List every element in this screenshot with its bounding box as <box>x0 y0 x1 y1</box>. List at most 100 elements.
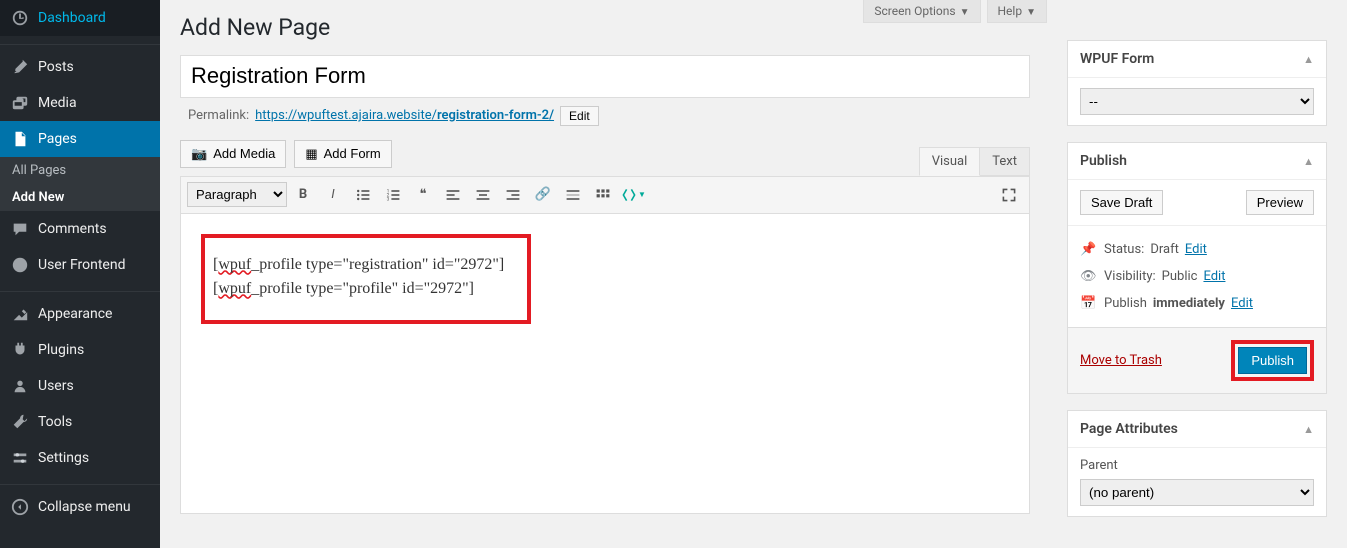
sidebar-label: Dashboard <box>38 10 106 26</box>
edit-visibility-link[interactable]: Edit <box>1203 269 1225 284</box>
user-frontend-icon <box>10 255 30 275</box>
page-attributes-panel: Page Attributes ▲ Parent (no parent) <box>1067 410 1327 517</box>
sidebar-label: Tools <box>38 414 72 430</box>
status-row: 📌 Status: Draft Edit <box>1080 236 1314 263</box>
bullet-list-button[interactable] <box>349 181 377 209</box>
sidebar-label: Comments <box>38 221 107 237</box>
chevron-up-icon: ▲ <box>1303 155 1314 168</box>
sidebar-label: Settings <box>38 450 89 466</box>
right-column: WPUF Form ▲ -- Publish ▲ Save Draft Prev… <box>1067 0 1347 548</box>
preview-button[interactable]: Preview <box>1246 190 1314 215</box>
sidebar-label: Users <box>38 378 74 394</box>
media-icon <box>10 93 30 113</box>
collapse-icon <box>10 497 30 517</box>
sidebar-item-dashboard[interactable]: Dashboard <box>0 0 160 36</box>
content-highlight: [wpuf_profile type="registration" id="29… <box>201 234 531 324</box>
editor-area: 📷Add Media ▦Add Form Visual Text Paragra… <box>180 140 1030 514</box>
link-button[interactable]: 🔗 <box>529 181 557 209</box>
sidebar-item-appearance[interactable]: Appearance <box>0 296 160 332</box>
screen-options-label: Screen Options <box>874 4 955 18</box>
chevron-up-icon: ▲ <box>1303 53 1314 66</box>
sidebar-item-users[interactable]: Users <box>0 368 160 404</box>
panel-title: Page Attributes <box>1080 421 1178 437</box>
help-tab[interactable]: Help▼ <box>987 0 1048 23</box>
chevron-down-icon: ▼ <box>1026 7 1036 18</box>
insert-more-button[interactable] <box>559 181 587 209</box>
edit-permalink-button[interactable]: Edit <box>560 106 599 126</box>
sidebar-item-comments[interactable]: Comments <box>0 211 160 247</box>
editor-content[interactable]: [wpuf_profile type="registration" id="29… <box>180 214 1030 514</box>
move-to-trash-link[interactable]: Move to Trash <box>1080 353 1162 368</box>
add-form-button[interactable]: ▦Add Form <box>294 140 391 168</box>
permalink-link[interactable]: https://wpuftest.ajaira.website/registra… <box>255 108 554 123</box>
visibility-row: 👁 Visibility: Public Edit <box>1080 263 1314 290</box>
shortcode-button[interactable]: ▼ <box>619 181 647 209</box>
sidebar-label: Pages <box>38 131 77 147</box>
sidebar-separator <box>0 287 160 292</box>
appearance-icon <box>10 304 30 324</box>
sidebar-item-media[interactable]: Media <box>0 85 160 121</box>
chevron-up-icon: ▲ <box>1303 423 1314 436</box>
publish-panel: Publish ▲ Save Draft Preview 📌 Status: D… <box>1067 142 1327 394</box>
dashboard-icon <box>10 8 30 28</box>
save-draft-button[interactable]: Save Draft <box>1080 190 1163 215</box>
sidebar-label: Plugins <box>38 342 84 358</box>
settings-icon <box>10 448 30 468</box>
wpuf-form-select[interactable]: -- <box>1080 88 1314 115</box>
align-center-button[interactable] <box>469 181 497 209</box>
text-tab[interactable]: Text <box>980 147 1030 176</box>
wpuf-form-panel-head[interactable]: WPUF Form ▲ <box>1068 41 1326 78</box>
chevron-down-icon: ▼ <box>960 7 970 18</box>
sidebar-sub-all-pages[interactable]: All Pages <box>0 157 160 184</box>
permalink-row: Permalink: https://wpuftest.ajaira.websi… <box>180 98 1047 140</box>
align-left-button[interactable] <box>439 181 467 209</box>
toolbar-toggle-button[interactable] <box>589 181 617 209</box>
sidebar-item-settings[interactable]: Settings <box>0 440 160 476</box>
pin-icon <box>10 57 30 77</box>
sidebar-item-posts[interactable]: Posts <box>0 49 160 85</box>
publish-button[interactable]: Publish <box>1238 347 1307 374</box>
sidebar-separator <box>0 480 160 485</box>
shortcode-line: [wpuf_profile type="profile" id="2972"] <box>213 280 519 298</box>
permalink-label: Permalink: <box>188 108 249 123</box>
fullscreen-button[interactable] <box>995 181 1023 209</box>
sidebar-label: User Frontend <box>38 257 125 273</box>
sidebar-sub-add-new[interactable]: Add New <box>0 184 160 211</box>
bold-button[interactable]: B <box>289 181 317 209</box>
post-title-input[interactable] <box>180 55 1030 98</box>
comment-icon <box>10 219 30 239</box>
screen-options-tab[interactable]: Screen Options ▼ <box>863 0 980 23</box>
help-label: Help <box>998 4 1023 18</box>
align-right-button[interactable] <box>499 181 527 209</box>
editor-toolbar: Paragraph B I 123 ❝ 🔗 ▼ <box>180 176 1030 214</box>
italic-button[interactable]: I <box>319 181 347 209</box>
publish-panel-head[interactable]: Publish ▲ <box>1068 143 1326 180</box>
sidebar-label: Appearance <box>38 306 112 322</box>
sidebar-item-tools[interactable]: Tools <box>0 404 160 440</box>
parent-select[interactable]: (no parent) <box>1080 479 1314 506</box>
visual-tab[interactable]: Visual <box>919 147 981 176</box>
sidebar-separator <box>0 40 160 45</box>
edit-schedule-link[interactable]: Edit <box>1231 296 1253 311</box>
calendar-icon: 📅 <box>1080 296 1098 311</box>
eye-icon: 👁 <box>1080 269 1098 284</box>
plugin-icon <box>10 340 30 360</box>
sidebar-label: Posts <box>38 59 74 75</box>
page-icon <box>10 129 30 149</box>
sidebar-item-user-frontend[interactable]: User Frontend <box>0 247 160 283</box>
users-icon <box>10 376 30 396</box>
paragraph-select[interactable]: Paragraph <box>187 182 287 207</box>
sidebar-label: Collapse menu <box>38 499 131 515</box>
quote-button[interactable]: ❝ <box>409 181 437 209</box>
shortcode-line: [wpuf_profile type="registration" id="29… <box>213 256 519 274</box>
page-attributes-head[interactable]: Page Attributes ▲ <box>1068 411 1326 448</box>
svg-text:3: 3 <box>387 196 390 202</box>
number-list-button[interactable]: 123 <box>379 181 407 209</box>
sidebar-item-pages[interactable]: Pages <box>0 121 160 157</box>
key-icon: 📌 <box>1080 242 1098 257</box>
edit-status-link[interactable]: Edit <box>1185 242 1207 257</box>
add-media-button[interactable]: 📷Add Media <box>180 140 286 168</box>
sidebar-item-plugins[interactable]: Plugins <box>0 332 160 368</box>
schedule-row: 📅 Publish immediately Edit <box>1080 290 1314 317</box>
sidebar-collapse[interactable]: Collapse menu <box>0 489 160 525</box>
